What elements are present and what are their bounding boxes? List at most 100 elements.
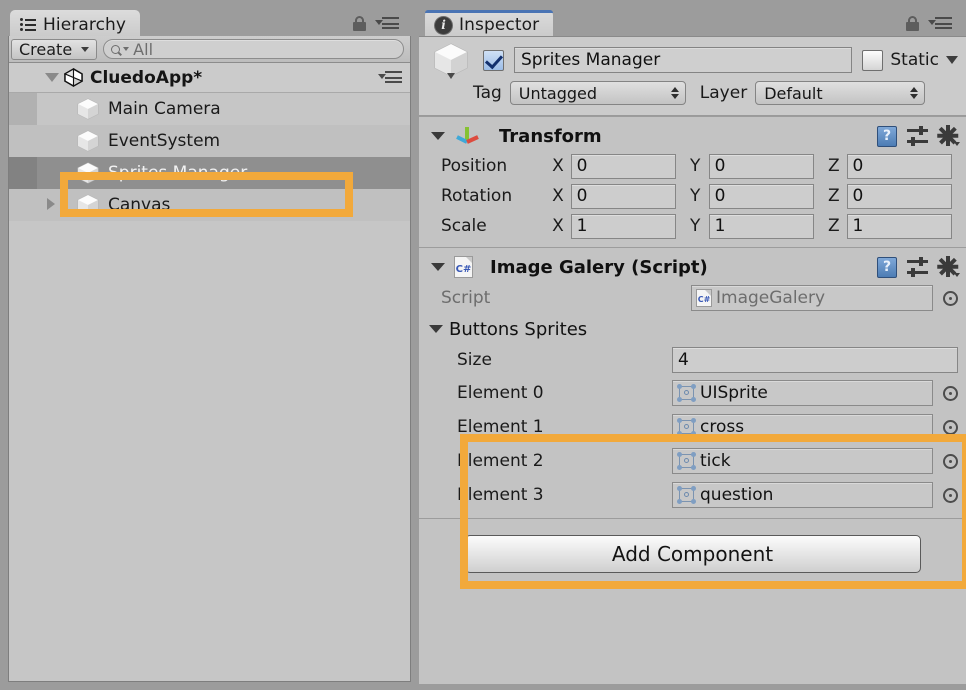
preset-sliders-icon[interactable] xyxy=(907,126,928,146)
scale-y-input[interactable]: 1 xyxy=(708,213,815,239)
hierarchy-toolbar: Create All xyxy=(9,36,410,63)
tag-label: Tag xyxy=(473,83,502,103)
position-x-value: 0 xyxy=(576,156,588,176)
axis-z-label: Z xyxy=(828,156,840,176)
position-y-input[interactable]: 0 xyxy=(708,153,815,179)
image-galery-title: Image Galery (Script) xyxy=(490,256,708,278)
size-input[interactable]: 4 xyxy=(672,347,958,373)
transform-component: Transform ? Position X 0 Y 0 Z 0 Rotatio… xyxy=(419,116,966,247)
hierarchy-item-main-camera[interactable]: Main Camera xyxy=(9,93,410,125)
hierarchy-item-eventsystem[interactable]: EventSystem xyxy=(9,125,410,157)
element-3-value: question xyxy=(700,485,774,505)
scale-x-input[interactable]: 1 xyxy=(570,213,677,239)
rotation-y-input[interactable]: 0 xyxy=(708,183,815,209)
chevron-down-icon[interactable] xyxy=(45,73,59,82)
hierarchy-tree: Main Camera EventSystem Sprites Manager … xyxy=(9,93,410,221)
scale-label: Scale xyxy=(441,216,487,236)
script-object-field[interactable]: C# ImageGalery xyxy=(691,285,933,311)
chevron-down-icon[interactable] xyxy=(431,263,445,271)
axis-z-label: Z xyxy=(828,216,840,236)
search-input[interactable]: All xyxy=(103,39,404,59)
add-component-button[interactable]: Add Component xyxy=(464,535,921,573)
inspector-panel: i Inspector Sprites Manager Static Tag U… xyxy=(415,0,966,690)
position-z-input[interactable]: 0 xyxy=(846,153,953,179)
size-value: 4 xyxy=(678,350,689,370)
static-dropdown-icon[interactable] xyxy=(946,56,958,64)
layer-dropdown[interactable]: Default xyxy=(755,81,926,105)
help-book-icon[interactable]: ? xyxy=(877,256,897,278)
rotation-z-input[interactable]: 0 xyxy=(846,183,953,209)
buttons-sprites-foldout[interactable]: Buttons Sprites xyxy=(419,314,966,344)
element-2-row: Element 2 tick xyxy=(419,444,966,478)
chevron-down-icon[interactable] xyxy=(429,325,443,333)
element-0-value: UISprite xyxy=(700,383,768,403)
scale-z-input[interactable]: 1 xyxy=(846,213,953,239)
element-2-label: Element 2 xyxy=(457,451,544,471)
gameobject-cube-icon xyxy=(75,129,101,153)
gameobject-cube-icon xyxy=(75,161,101,185)
rotation-x-value: 0 xyxy=(576,186,588,206)
gameobject-enabled-checkbox[interactable] xyxy=(483,49,504,71)
axis-z-label: Z xyxy=(828,186,840,206)
create-button-label: Create xyxy=(19,39,73,59)
object-picker-icon[interactable] xyxy=(943,385,958,401)
search-icon xyxy=(111,44,121,54)
scene-root-row[interactable]: CluedoApp* xyxy=(9,63,410,93)
gear-icon[interactable] xyxy=(937,256,960,277)
layer-label: Layer xyxy=(699,83,748,103)
object-picker-icon[interactable] xyxy=(943,290,958,306)
scene-menu-icon[interactable] xyxy=(378,71,402,85)
gameobject-name-value: Sprites Manager xyxy=(521,50,661,70)
help-book-icon[interactable]: ? xyxy=(877,125,897,147)
panel-menu-icon[interactable] xyxy=(928,16,952,31)
element-2-object-field[interactable]: tick xyxy=(672,448,933,474)
image-galery-component-header[interactable]: C# Image Galery (Script) ? xyxy=(419,252,966,282)
csharp-script-icon: C# xyxy=(454,256,473,278)
size-label: Size xyxy=(457,350,492,370)
gear-icon[interactable] xyxy=(937,125,960,146)
position-label: Position xyxy=(441,156,508,176)
csharp-script-icon: C# xyxy=(696,289,712,307)
position-x-input[interactable]: 0 xyxy=(570,153,677,179)
scene-name-label: CluedoApp* xyxy=(90,67,203,88)
element-1-value: cross xyxy=(700,417,745,437)
lock-icon[interactable] xyxy=(906,16,919,31)
static-label: Static xyxy=(890,50,939,70)
search-input-placeholder: All xyxy=(133,39,154,59)
element-2-value: tick xyxy=(700,451,731,471)
lock-icon[interactable] xyxy=(353,16,366,31)
preset-sliders-icon[interactable] xyxy=(907,257,928,277)
rotation-y-value: 0 xyxy=(714,186,726,206)
hierarchy-tabstrip: Hierarchy xyxy=(0,0,415,40)
transform-component-header[interactable]: Transform ? xyxy=(419,121,966,151)
unity-logo-icon xyxy=(63,67,84,88)
static-checkbox[interactable] xyxy=(862,49,884,71)
hierarchy-item-canvas[interactable]: Canvas xyxy=(9,189,410,221)
image-galery-component: C# Image Galery (Script) ? Script C# Ima… xyxy=(419,247,966,518)
script-label: Script xyxy=(441,288,491,308)
script-value: ImageGalery xyxy=(716,288,826,308)
element-3-object-field[interactable]: question xyxy=(672,482,933,508)
transform-title: Transform xyxy=(499,125,602,147)
create-button[interactable]: Create xyxy=(11,38,98,60)
gameobject-header: Sprites Manager Static Tag Untagged Laye… xyxy=(419,37,966,116)
row-gutter xyxy=(9,125,37,157)
chevron-right-icon[interactable] xyxy=(47,198,55,210)
panel-menu-icon[interactable] xyxy=(375,16,399,31)
tab-hierarchy-label: Hierarchy xyxy=(43,15,127,35)
row-gutter xyxy=(9,157,37,189)
element-0-label: Element 0 xyxy=(457,383,544,403)
hierarchy-item-sprites-manager[interactable]: Sprites Manager xyxy=(9,157,410,189)
object-picker-icon[interactable] xyxy=(943,453,958,469)
element-1-object-field[interactable]: cross xyxy=(672,414,933,440)
element-0-row: Element 0 UISprite xyxy=(419,376,966,410)
gameobject-cube-icon xyxy=(75,97,101,121)
tag-dropdown[interactable]: Untagged xyxy=(509,81,686,105)
element-0-object-field[interactable]: UISprite xyxy=(672,380,933,406)
object-picker-icon[interactable] xyxy=(943,487,958,503)
chevron-down-icon[interactable] xyxy=(431,132,445,140)
object-picker-icon[interactable] xyxy=(943,419,958,435)
rotation-x-input[interactable]: 0 xyxy=(570,183,677,209)
scale-x-value: 1 xyxy=(576,216,588,236)
gameobject-name-field[interactable]: Sprites Manager xyxy=(514,47,853,73)
